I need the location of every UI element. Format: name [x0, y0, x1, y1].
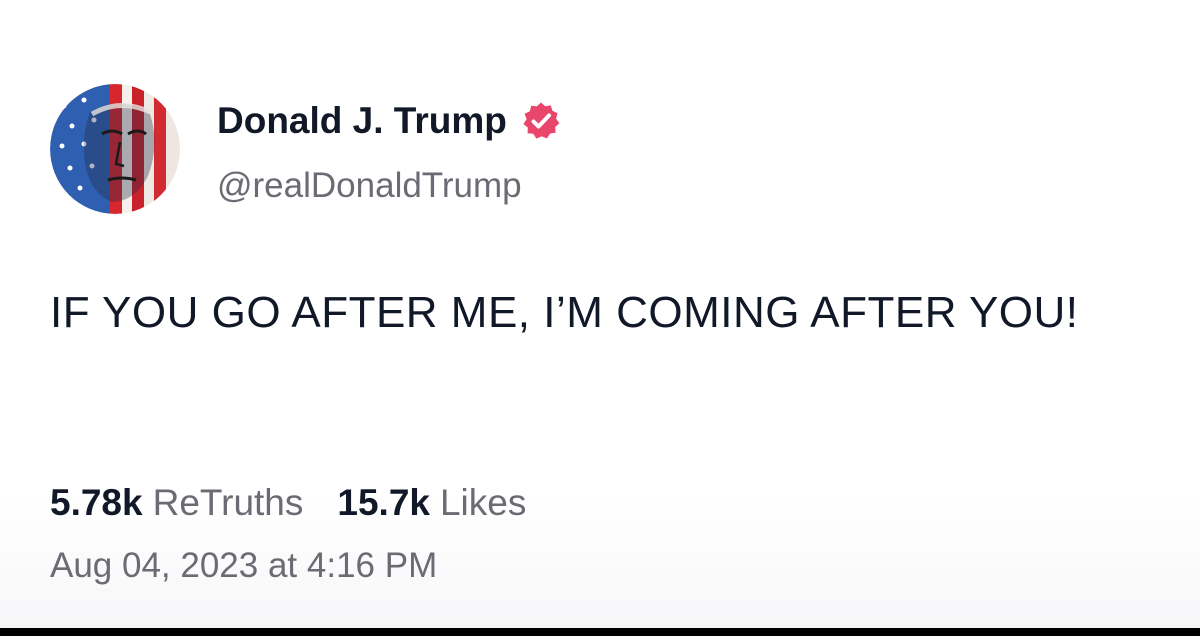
verified-badge-icon [521, 101, 561, 141]
avatar-flag-portrait-icon [50, 84, 180, 214]
bottom-edge-bar [0, 628, 1200, 636]
post-card: Donald J. Trump @realDonaldTrump IF YOU … [0, 0, 1200, 628]
likes-count: 15.7k [337, 482, 430, 523]
author-handle[interactable]: @realDonaldTrump [217, 166, 522, 206]
post-text: IF YOU GO AFTER ME, I’M COMING AFTER YOU… [50, 288, 1079, 337]
retruths-count: 5.78k [50, 482, 143, 523]
post-timestamp: Aug 04, 2023 at 4:16 PM [50, 546, 438, 585]
profile-avatar[interactable] [50, 84, 180, 214]
retruths-stat[interactable]: 5.78k ReTruths [50, 482, 303, 524]
likes-stat[interactable]: 15.7k Likes [337, 482, 526, 524]
author-name-row: Donald J. Trump [217, 98, 561, 144]
likes-label: Likes [439, 482, 527, 523]
author-display-name[interactable]: Donald J. Trump [217, 100, 507, 142]
retruths-label: ReTruths [152, 482, 304, 523]
post-stats: 5.78k ReTruths 15.7k Likes [50, 480, 526, 526]
